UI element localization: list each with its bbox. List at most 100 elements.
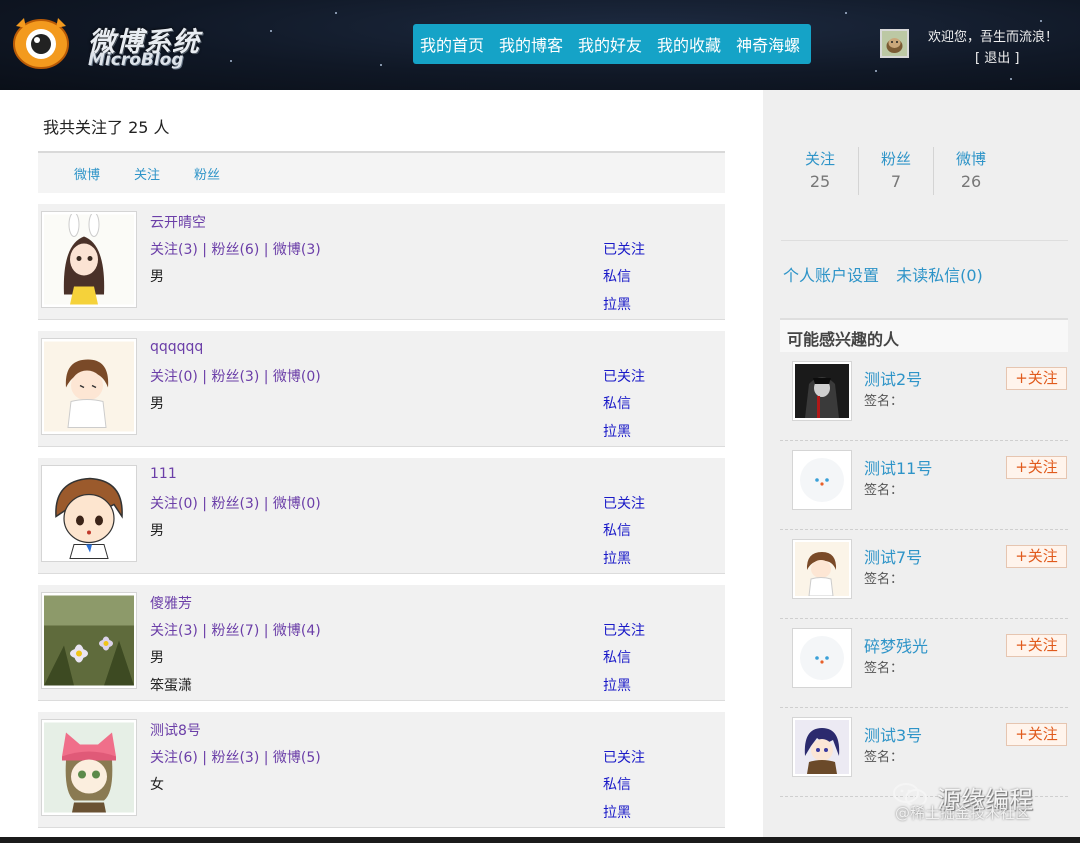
message-button[interactable]: 私信 [603, 774, 631, 794]
block-button[interactable]: 拉黑 [603, 675, 631, 695]
star [230, 60, 232, 62]
user-name[interactable]: qqqqqq [150, 339, 203, 355]
tab-fans[interactable]: 粉丝 [194, 164, 220, 183]
suggested-user-signature: 签名： [864, 394, 904, 409]
watermark: 源缘编程 @稀土掘金技术社区 [893, 780, 1073, 828]
avatar-image [795, 720, 849, 774]
star [1040, 20, 1042, 22]
tab-weibo[interactable]: 微博 [74, 164, 100, 183]
avatar-image [795, 453, 849, 507]
user-name[interactable]: 云开晴空 [150, 212, 206, 232]
followed-user-card: 云开晴空 关注(3) | 粉丝(6) | 微博(3) 男 已关注 私信 拉黑 [38, 204, 725, 320]
tab-following[interactable]: 关注 [134, 164, 160, 183]
user-stats[interactable]: 关注(3) | 粉丝(6) | 微博(3) [150, 239, 321, 259]
avatar-image [44, 722, 134, 813]
suggested-user-avatar[interactable] [792, 361, 852, 421]
nav-item-blog[interactable]: 我的博客 [499, 32, 563, 56]
logo-eye-icon [13, 18, 69, 69]
account-links: 个人账户设置 未读私信(0) [783, 262, 995, 286]
watermark-subtitle: @稀土掘金技术社区 [895, 804, 1031, 822]
logo[interactable]: 微博系统 MicroBlog [10, 10, 200, 72]
star [875, 70, 877, 72]
header: 微博系统 MicroBlog 我的首页 我的博客 我的好友 我的收藏 神奇海螺 … [0, 0, 1080, 90]
avatar-image [795, 364, 849, 418]
star [845, 12, 847, 14]
avatar-image [44, 341, 134, 432]
avatar-image [44, 214, 134, 305]
nav-item-magic-conch[interactable]: 神奇海螺 [736, 32, 800, 56]
user-avatar[interactable] [41, 719, 137, 816]
suggested-user-name[interactable]: 碎梦残光 [864, 633, 928, 657]
follow-button[interactable]: +关注 [1006, 367, 1067, 390]
suggested-user-avatar[interactable] [792, 628, 852, 688]
user-stats[interactable]: 关注(0) | 粉丝(3) | 微博(0) [150, 493, 321, 513]
user-avatar[interactable] [41, 465, 137, 562]
suggested-user-name[interactable]: 测试7号 [864, 544, 922, 568]
follow-button[interactable]: +关注 [1006, 545, 1067, 568]
suggested-user-name[interactable]: 测试11号 [864, 455, 932, 479]
message-button[interactable]: 私信 [603, 520, 631, 540]
user-gender: 男 [150, 523, 164, 539]
user-stats[interactable]: 关注(0) | 粉丝(3) | 微博(0) [150, 366, 321, 386]
avatar-image [44, 595, 134, 686]
nav-item-favorites[interactable]: 我的收藏 [657, 32, 721, 56]
suggested-user-signature: 签名： [864, 750, 904, 765]
followed-user-card: 111 关注(0) | 粉丝(3) | 微博(0) 男 已关注 私信 拉黑 [38, 458, 725, 574]
user-stats[interactable]: 关注(3) | 粉丝(7) | 微博(4) [150, 620, 321, 640]
unread-messages-link[interactable]: 未读私信(0) [896, 266, 983, 285]
user-gender: 女 [150, 777, 164, 793]
user-avatar[interactable] [41, 211, 137, 308]
block-button[interactable]: 拉黑 [603, 802, 631, 822]
followed-button[interactable]: 已关注 [603, 620, 645, 640]
stat-label: 微博 [955, 150, 986, 168]
user-name[interactable]: 111 [150, 466, 177, 482]
suggested-user-avatar[interactable] [792, 717, 852, 777]
suggested-user: 测试2号 签名： +关注 [780, 352, 1068, 441]
user-name[interactable]: 测试8号 [150, 720, 201, 740]
suggested-user-avatar[interactable] [792, 450, 852, 510]
user-avatar[interactable] [41, 338, 137, 435]
suggested-user-name[interactable]: 测试3号 [864, 722, 922, 746]
nav-item-home[interactable]: 我的首页 [420, 32, 484, 56]
stat-weibo[interactable]: 微博 26 [933, 148, 1009, 191]
block-button[interactable]: 拉黑 [603, 548, 631, 568]
user-gender: 男 [150, 396, 164, 412]
suggested-user-avatar[interactable] [792, 539, 852, 599]
message-button[interactable]: 私信 [603, 647, 631, 667]
user-signature: 笨蛋潇 [150, 678, 192, 694]
followed-button[interactable]: 已关注 [603, 366, 645, 386]
stat-following[interactable]: 关注 25 [782, 148, 858, 191]
suggested-user: 测试7号 签名： +关注 [780, 530, 1068, 619]
user-stats[interactable]: 关注(6) | 粉丝(3) | 微博(5) [150, 747, 321, 767]
logout-link[interactable]: [ 退出 ] [975, 47, 1019, 66]
avatar-image [44, 468, 134, 559]
suggested-user-name[interactable]: 测试2号 [864, 366, 922, 390]
current-user-avatar[interactable] [880, 29, 909, 58]
followed-button[interactable]: 已关注 [603, 239, 645, 259]
avatar-image [795, 542, 849, 596]
message-button[interactable]: 私信 [603, 393, 631, 413]
stat-label: 关注 [804, 150, 835, 168]
followed-button[interactable]: 已关注 [603, 493, 645, 513]
block-button[interactable]: 拉黑 [603, 294, 631, 314]
user-name[interactable]: 傻雅芳 [150, 593, 192, 613]
account-settings-link[interactable]: 个人账户设置 [783, 266, 879, 285]
user-gender: 男 [150, 269, 164, 285]
stat-label: 粉丝 [880, 150, 911, 168]
follow-button[interactable]: +关注 [1006, 723, 1067, 746]
relation-tabs: 微博 关注 粉丝 [38, 151, 725, 193]
star [270, 30, 272, 32]
message-button[interactable]: 私信 [603, 266, 631, 286]
user-avatar[interactable] [41, 592, 137, 689]
suggested-user: 测试11号 签名： +关注 [780, 441, 1068, 530]
nav-item-friends[interactable]: 我的好友 [578, 32, 642, 56]
follow-button[interactable]: +关注 [1006, 634, 1067, 657]
suggested-user-signature: 签名： [864, 661, 904, 676]
user-avatar-image [882, 31, 907, 56]
block-button[interactable]: 拉黑 [603, 421, 631, 441]
avatar-image [795, 631, 849, 685]
stat-fans[interactable]: 粉丝 7 [858, 148, 934, 191]
divider [781, 240, 1068, 241]
follow-button[interactable]: +关注 [1006, 456, 1067, 479]
followed-button[interactable]: 已关注 [603, 747, 645, 767]
